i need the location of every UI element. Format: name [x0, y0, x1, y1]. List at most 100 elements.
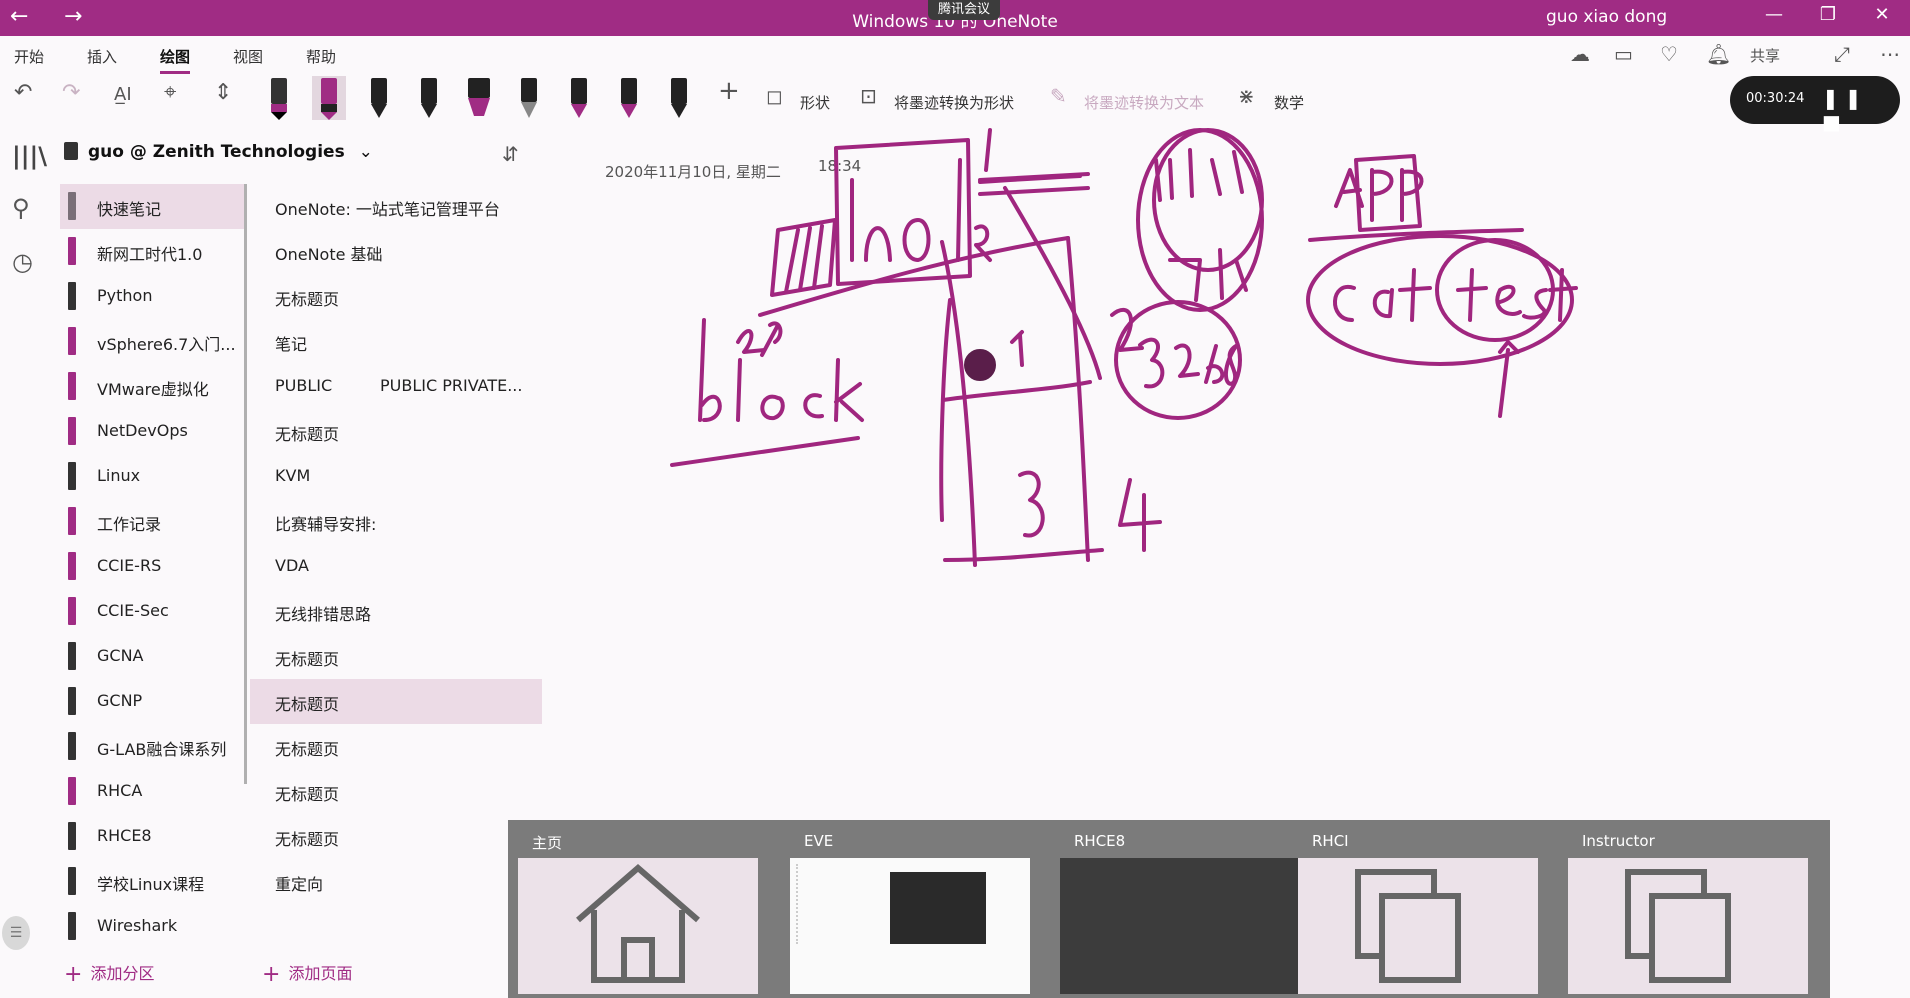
section-item[interactable]: CCIE-RS [60, 544, 246, 589]
switcher-card-instructor[interactable]: Instructor [1558, 820, 1810, 998]
page-item[interactable]: 无标题页 [250, 679, 542, 724]
page-label: 重定向 [275, 875, 324, 894]
highlighter-icon[interactable] [462, 76, 496, 120]
lightbulb-icon[interactable]: ♡ [1660, 42, 1678, 66]
tab-view[interactable]: 视图 [233, 46, 263, 67]
section-tab-icon [68, 372, 76, 400]
notification-icon[interactable]: 🔔︎ [1706, 42, 1731, 66]
switcher-card-rhce8[interactable]: RHCE8 [1050, 820, 1302, 998]
section-item[interactable]: GCNA [60, 634, 246, 679]
sort-icon[interactable]: ⇵ [502, 142, 519, 166]
ink-to-shape-icon[interactable]: ⊡ [860, 84, 877, 108]
section-item[interactable]: Wireshark [60, 904, 246, 949]
page-item[interactable]: 无标题页 [250, 634, 542, 679]
minimize-icon[interactable]: — [1754, 4, 1794, 25]
pen-icon[interactable] [362, 76, 396, 120]
redo-icon[interactable]: ↷ [62, 80, 80, 105]
page-item[interactable]: 无标题页 [250, 274, 542, 319]
feedback-icon[interactable]: ☰ [2, 916, 30, 950]
section-item[interactable]: CCIE-Sec [60, 589, 246, 634]
undo-icon[interactable]: ↶ [14, 80, 32, 105]
recording-widget: 00:30:24 ❚❚ ■ [1730, 76, 1900, 134]
section-item[interactable]: G-LAB融合课系列 [60, 724, 246, 769]
section-scrollbar[interactable] [244, 184, 247, 784]
page-item[interactable]: OneNote: 一站式笔记管理平台 [250, 184, 542, 229]
fullscreen-icon[interactable]: ⤢ [1834, 42, 1850, 66]
pen-icon[interactable] [562, 76, 596, 120]
section-item[interactable]: 工作记录 [60, 499, 246, 544]
shapes-icon[interactable]: ◻ [766, 84, 783, 108]
page-item[interactable]: 重定向 [250, 859, 542, 904]
ribbon-tabs: 开始 插入 绘图 视图 帮助 ☁ ▭ ♡ 🔔︎ 共享 ⤢ ⋯ [0, 36, 1910, 74]
page-item[interactable]: 无标题页 [250, 409, 542, 454]
section-item[interactable]: NetDevOps [60, 409, 246, 454]
page-item[interactable]: KVM [250, 454, 542, 499]
math-icon[interactable]: ⋇ [1238, 84, 1255, 108]
section-item[interactable]: RHCE8 [60, 814, 246, 859]
ink-to-text-icon: ✎ [1050, 84, 1067, 108]
pen-icon[interactable] [612, 76, 646, 120]
page-item[interactable]: PUBLIC PUBLIC PRIVATE... [250, 364, 542, 409]
section-label: CCIE-Sec [97, 601, 169, 620]
add-pen-icon[interactable]: + [718, 76, 740, 106]
more-icon[interactable]: ⋯ [1880, 42, 1900, 66]
tab-draw[interactable]: 绘图 [160, 46, 191, 74]
pen-icon[interactable] [662, 76, 696, 120]
switcher-card-home[interactable]: 主页 [508, 820, 760, 998]
pen-icon[interactable] [312, 76, 346, 120]
page-item[interactable]: 无标题页 [250, 724, 542, 769]
section-item[interactable]: vSphere6.7入门... [60, 319, 246, 364]
page-item[interactable]: 比赛辅导安排: [250, 499, 542, 544]
page-label: 无标题页 [275, 785, 340, 804]
page-item[interactable]: 无标题页 [250, 769, 542, 814]
search-icon[interactable]: ⚲ [12, 194, 30, 222]
section-label: NetDevOps [97, 421, 188, 440]
lasso-select-icon[interactable]: ⌖ [164, 80, 176, 105]
close-icon[interactable]: ✕ [1862, 4, 1902, 25]
restore-icon[interactable]: ❐ [1808, 4, 1848, 25]
section-item[interactable]: VMware虚拟化 [60, 364, 246, 409]
user-name[interactable]: guo xiao dong [1546, 7, 1667, 27]
section-item[interactable]: 学校Linux课程 [60, 859, 246, 904]
page-list: OneNote: 一站式笔记管理平台 OneNote 基础 无标题页 笔记 PU… [250, 184, 542, 904]
section-item[interactable]: RHCA [60, 769, 246, 814]
notebook-selector[interactable]: guo @ Zenith Technologies ⌄ [64, 142, 373, 162]
sync-icon[interactable]: ☁ [1570, 42, 1590, 66]
pencil-icon[interactable] [512, 76, 546, 120]
page-view-icon[interactable]: ▭ [1614, 42, 1633, 66]
ink-app-label [1308, 154, 1524, 242]
tab-help[interactable]: 帮助 [306, 46, 336, 67]
section-item[interactable]: Linux [60, 454, 246, 499]
page-item[interactable]: OneNote 基础 [250, 229, 542, 274]
switcher-card-label: Instructor [1582, 832, 1655, 850]
math-button[interactable]: 数学 [1274, 92, 1304, 113]
share-button[interactable]: 共享 [1750, 45, 1780, 66]
notebooks-icon[interactable]: |||\ [12, 142, 47, 170]
page-label: VDA [275, 556, 309, 575]
type-select-icon[interactable]: A̲I [114, 84, 132, 105]
page-item[interactable]: 无线排错思路 [250, 589, 542, 634]
page-item[interactable]: 无标题页 [250, 814, 542, 859]
page-item[interactable]: VDA [250, 544, 542, 589]
switcher-card-rhci[interactable]: RHCI [1288, 820, 1540, 998]
ink-to-shape-button[interactable]: 将墨迹转换为形状 [894, 92, 1014, 113]
add-page-button[interactable]: + 添加页面 [262, 960, 352, 987]
add-space-icon[interactable]: ⇕ [214, 80, 232, 105]
section-item[interactable]: Python [60, 274, 246, 319]
add-section-button[interactable]: + 添加分区 [64, 960, 154, 987]
section-tab-icon [68, 327, 76, 355]
shapes-button[interactable]: 形状 [800, 92, 830, 113]
recent-clock-icon[interactable]: ◷ [12, 248, 33, 276]
page-label-subpage[interactable]: PUBLIC PRIVATE... [380, 376, 522, 395]
page-item[interactable]: 笔记 [250, 319, 542, 364]
tab-home[interactable]: 开始 [14, 46, 44, 67]
section-item[interactable]: 快速笔记 [60, 184, 246, 229]
section-item[interactable]: GCNP [60, 679, 246, 724]
pen-icon[interactable] [412, 76, 446, 120]
ink-drawing[interactable] [660, 120, 1910, 620]
section-label: RHCE8 [97, 826, 152, 845]
pen-icon[interactable] [262, 76, 296, 120]
tab-insert[interactable]: 插入 [87, 46, 117, 67]
switcher-card-eve[interactable]: EVE [780, 820, 1032, 998]
section-item[interactable]: 新网工时代1.0 [60, 229, 246, 274]
